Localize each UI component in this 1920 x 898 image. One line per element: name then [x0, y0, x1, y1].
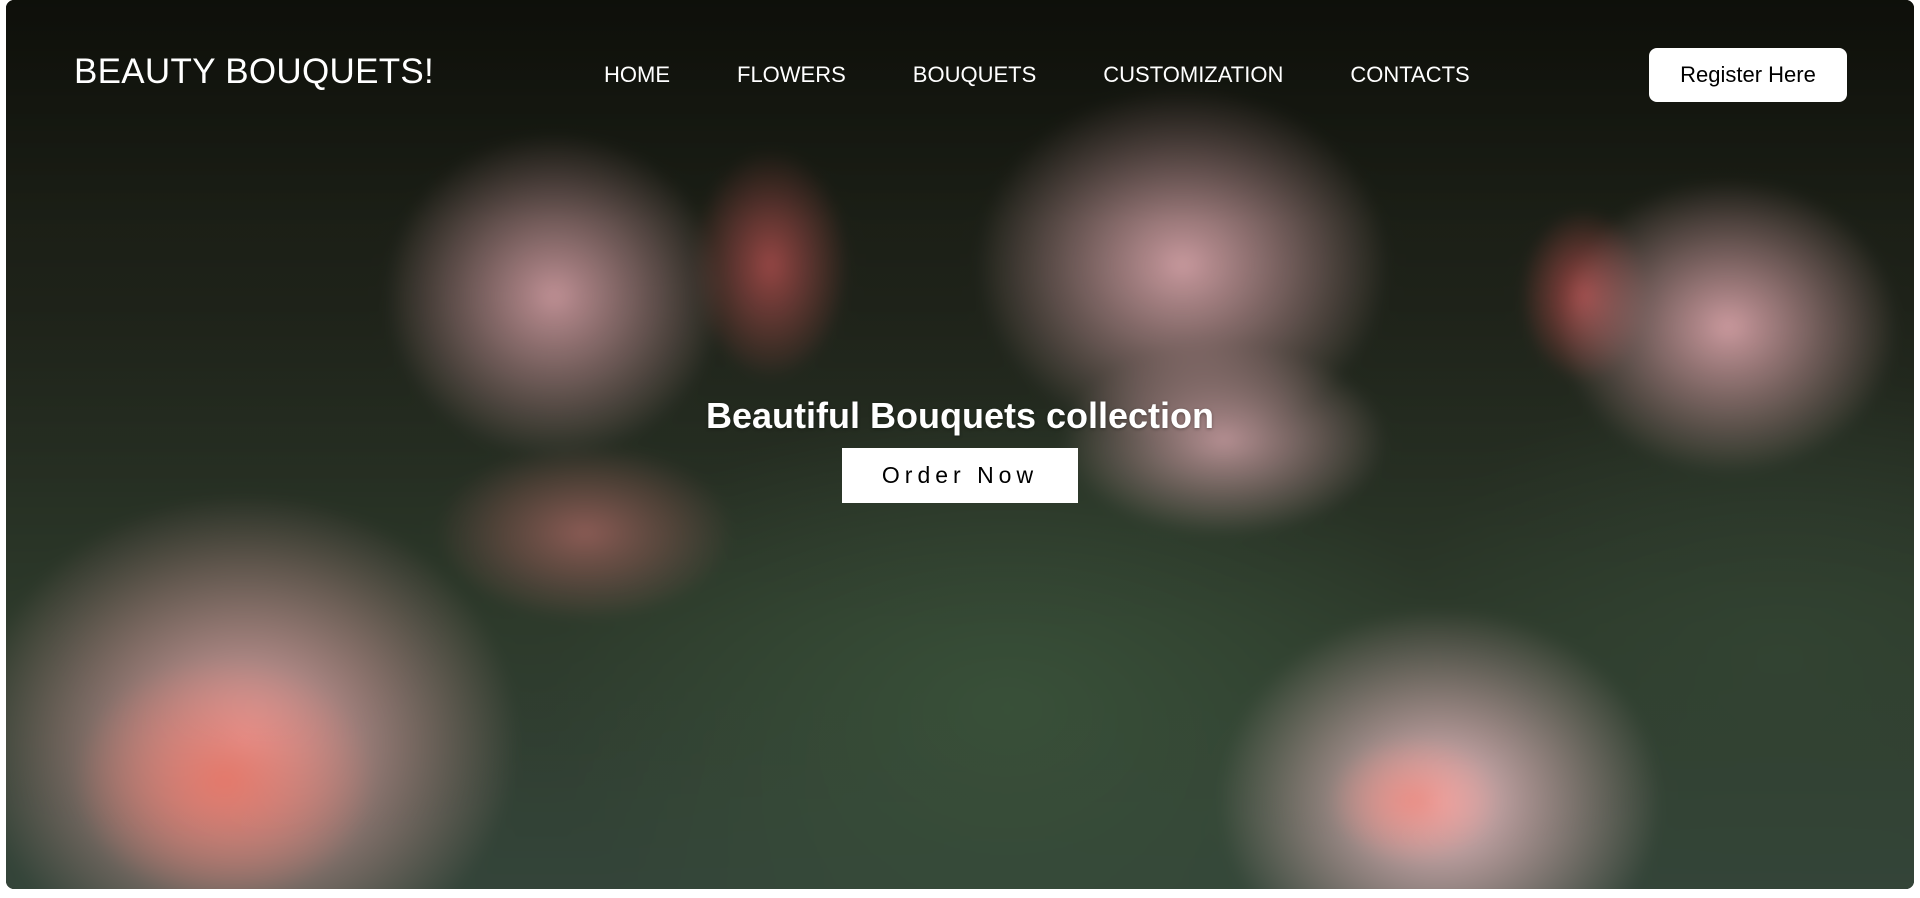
nav-link-bouquets[interactable]: BOUQUETS [913, 62, 1036, 88]
brand-logo-text[interactable]: BEAUTY BOUQUETS! [74, 52, 434, 92]
order-now-button[interactable]: Order Now [842, 448, 1078, 503]
register-button[interactable]: Register Here [1649, 48, 1847, 102]
nav-link-home[interactable]: HOME [604, 62, 670, 88]
nav-link-flowers[interactable]: FLOWERS [737, 62, 846, 88]
hero-content: Beautiful Bouquets collection Order Now [6, 394, 1914, 503]
nav-link-contacts[interactable]: CONTACTS [1350, 62, 1469, 88]
nav-link-customization[interactable]: CUSTOMIZATION [1103, 62, 1283, 88]
page: BEAUTY BOUQUETS! HOME FLOWERS BOUQUETS C… [0, 0, 1920, 898]
hero-section: BEAUTY BOUQUETS! HOME FLOWERS BOUQUETS C… [6, 0, 1914, 889]
nav-links: HOME FLOWERS BOUQUETS CUSTOMIZATION CONT… [604, 62, 1470, 88]
top-navbar: BEAUTY BOUQUETS! HOME FLOWERS BOUQUETS C… [6, 0, 1914, 150]
hero-title: Beautiful Bouquets collection [705, 395, 1215, 436]
